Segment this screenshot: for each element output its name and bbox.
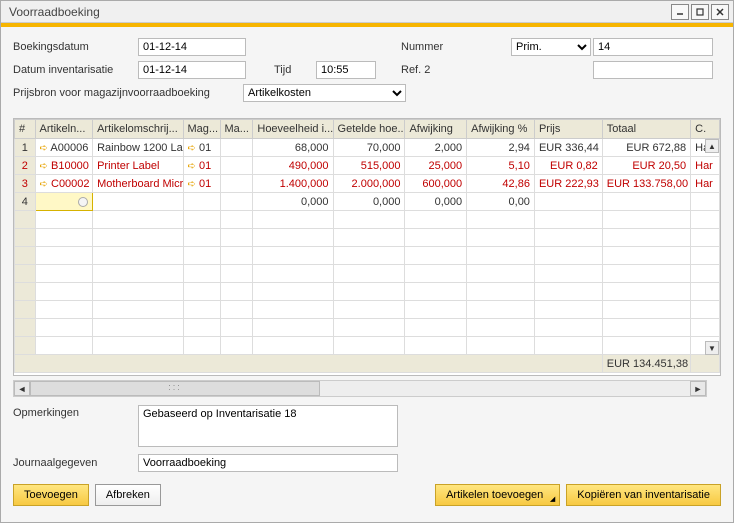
col-totaal[interactable]: Totaal — [602, 120, 690, 139]
scroll-left-icon[interactable]: ◄ — [14, 381, 30, 396]
titlebar: Voorraadboeking — [1, 1, 733, 23]
table-row[interactable] — [15, 229, 720, 247]
col-prijs[interactable]: Prijs — [534, 120, 602, 139]
table-row[interactable]: 3➪ C00002Motherboard Micro➪ 011.400,0002… — [15, 175, 720, 193]
grid-vscroll[interactable]: ▲ ▼ — [704, 139, 720, 355]
grid-totals-row: EUR 134.451,38 — [15, 355, 720, 373]
artikelen-toevoegen-button[interactable]: Artikelen toevoegen ◢ — [435, 484, 560, 506]
nummer-series-select[interactable]: Prim. — [511, 38, 591, 56]
ref2-input[interactable] — [593, 61, 713, 79]
label-ref2: Ref. 2 — [401, 64, 511, 76]
col-getelde[interactable]: Getelde hoe... — [333, 120, 405, 139]
header-form: Boekingsdatum Nummer Prim. Datum inventa… — [1, 27, 733, 112]
voorraadboeking-window: Voorraadboeking Boekingsdatum Nummer Pri… — [0, 0, 734, 523]
scroll-up-icon[interactable]: ▲ — [705, 139, 719, 153]
button-bar: Toevoegen Afbreken Artikelen toevoegen ◢… — [1, 480, 733, 514]
toevoegen-button[interactable]: Toevoegen — [13, 484, 89, 506]
close-button[interactable] — [711, 4, 729, 20]
link-arrow-icon[interactable]: ➪ — [188, 161, 196, 172]
opmerkingen-textarea[interactable] — [138, 405, 398, 447]
col-ma2[interactable]: Ma... — [220, 120, 253, 139]
datum-inventarisatie-input[interactable] — [138, 61, 246, 79]
table-row[interactable] — [15, 301, 720, 319]
label-journaal: Journaalgegeven — [13, 457, 138, 469]
table-row[interactable] — [15, 211, 720, 229]
table-row[interactable] — [15, 265, 720, 283]
nummer-input[interactable] — [593, 38, 713, 56]
scroll-down-icon[interactable]: ▼ — [705, 341, 719, 355]
col-hoeveelheid[interactable]: Hoeveelheid i... — [253, 120, 333, 139]
grand-total: EUR 134.451,38 — [602, 355, 690, 373]
col-magazijn[interactable]: Mag... — [183, 120, 220, 139]
link-arrow-icon[interactable]: ➪ — [40, 143, 48, 154]
table-row[interactable]: 40,0000,0000,0000,00 — [15, 193, 720, 211]
table-row[interactable] — [15, 319, 720, 337]
scroll-right-icon[interactable]: ► — [690, 381, 706, 396]
label-nummer: Nummer — [401, 41, 511, 53]
grid-header-row: # Artikeln... Artikelomschrij... Mag... … — [15, 120, 720, 139]
label-opmerkingen: Opmerkingen — [13, 405, 138, 419]
table-row[interactable] — [15, 247, 720, 265]
col-num[interactable]: # — [15, 120, 36, 139]
link-arrow-icon[interactable]: ➪ — [40, 179, 48, 190]
label-prijsbron: Prijsbron voor magazijnvoorraadboeking — [13, 87, 243, 99]
footer-form: Opmerkingen Journaalgegeven — [1, 397, 733, 480]
label-datum-inventarisatie: Datum inventarisatie — [13, 64, 138, 76]
boekingsdatum-input[interactable] — [138, 38, 246, 56]
col-artikelnr[interactable]: Artikeln... — [35, 120, 93, 139]
afbreken-button[interactable]: Afbreken — [95, 484, 161, 506]
minimize-button[interactable] — [671, 4, 689, 20]
window-title: Voorraadboeking — [5, 5, 669, 19]
dropdown-corner-icon: ◢ — [550, 495, 555, 503]
grid-container: # Artikeln... Artikelomschrij... Mag... … — [13, 118, 721, 376]
link-arrow-icon[interactable]: ➪ — [188, 143, 196, 154]
active-cell[interactable] — [35, 193, 93, 211]
label-tijd: Tijd — [246, 64, 316, 76]
col-afwijking[interactable]: Afwijking — [405, 120, 467, 139]
label-boekingsdatum: Boekingsdatum — [13, 41, 138, 53]
link-arrow-icon[interactable]: ➪ — [40, 161, 48, 172]
table-row[interactable] — [15, 337, 720, 355]
tijd-input[interactable] — [316, 61, 376, 79]
col-afwijkingpct[interactable]: Afwijking % — [467, 120, 535, 139]
grid-hscroll[interactable]: ◄ ::: ► — [13, 380, 707, 397]
kopieren-button[interactable]: Kopiëren van inventarisatie — [566, 484, 721, 506]
col-artikelomschr[interactable]: Artikelomschrij... — [93, 120, 183, 139]
journaal-input[interactable] — [138, 454, 398, 472]
artikelen-toevoegen-label: Artikelen toevoegen — [446, 489, 543, 501]
col-c[interactable]: C. — [691, 120, 720, 139]
table-row[interactable]: 2➪ B10000Printer Label➪ 01490,000515,000… — [15, 157, 720, 175]
table-row[interactable]: 1➪ A00006Rainbow 1200 Lase➪ 0168,00070,0… — [15, 139, 720, 157]
maximize-button[interactable] — [691, 4, 709, 20]
items-grid[interactable]: # Artikeln... Artikelomschrij... Mag... … — [14, 119, 720, 373]
lookup-icon[interactable] — [78, 197, 88, 207]
link-arrow-icon[interactable]: ➪ — [188, 179, 196, 190]
table-row[interactable] — [15, 283, 720, 301]
hscroll-thumb[interactable]: ::: — [30, 381, 320, 396]
prijsbron-select[interactable]: Artikelkosten — [243, 84, 406, 102]
